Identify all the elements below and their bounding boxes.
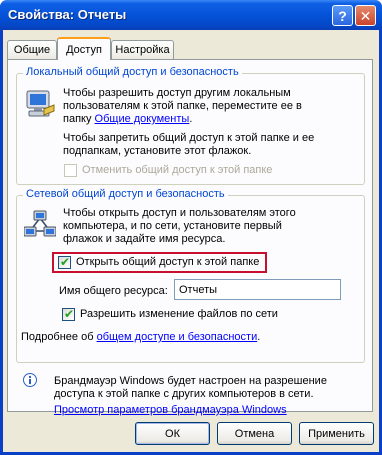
local-sharing-group: Локальный общий доступ и безопасность Чт… [16, 66, 365, 185]
network-icon [24, 210, 56, 237]
local-unshare-line-1: Чтобы запретить общий доступ к этой папк… [63, 132, 315, 144]
shared-documents-link[interactable]: Общие документы [95, 113, 190, 125]
apply-button[interactable]: Применить [299, 422, 374, 445]
help-icon: ? [338, 7, 347, 24]
local-unshare-line-2: подпапкам, установите этот флажок. [63, 145, 252, 157]
close-button[interactable]: ✕ [355, 5, 376, 26]
learn-more-suffix: . [257, 331, 261, 343]
local-info-prefix: папку [63, 113, 95, 125]
local-info-suffix: . [189, 113, 193, 125]
allow-change-checkbox[interactable]: ✔ [62, 307, 75, 321]
local-info-line-2: пользователям к этой папке, переместите … [63, 100, 302, 112]
properties-window: Свойства: Отчеты ? ✕ Общие Доступ Настро… [0, 0, 382, 455]
sharing-tab-panel: Локальный общий доступ и безопасность Чт… [7, 59, 373, 416]
computer-icon [26, 90, 55, 117]
allow-change-checkmark-icon: ✔ [63, 307, 75, 321]
tab-sharing[interactable]: Доступ [57, 37, 111, 60]
share-checkmark-icon: ✔ [59, 255, 71, 269]
unshare-checkbox[interactable] [64, 164, 77, 177]
allow-change-checkbox-label: Разрешить изменение файлов по сети [80, 308, 278, 320]
share-folder-checkbox-label: Открыть общий доступ к этой папке [76, 256, 260, 268]
share-folder-checkbox[interactable]: ✔ [58, 255, 71, 269]
learn-more-prefix: Подробнее об [21, 331, 97, 343]
network-info-line-3: флажок и задайте имя ресурса. [63, 233, 226, 245]
share-name-label: Имя общего ресурса: [59, 285, 168, 297]
unshare-checkbox-label: Отменить общий доступ к этой папке [82, 164, 273, 176]
network-sharing-group: Сетевой общий доступ и безопасность Чтоб… [16, 188, 365, 363]
share-name-input[interactable] [174, 279, 341, 300]
dialog-body: Общие Доступ Настройка Локальный общий д… [3, 30, 379, 452]
firewall-settings-link[interactable]: Просмотр параметров брандмауэра Windows [54, 404, 287, 417]
firewall-info-line-2: доступа к этой папке с других компьютеро… [54, 388, 314, 400]
tab-general[interactable]: Общие [7, 40, 57, 59]
ok-button[interactable]: ОК [135, 422, 210, 445]
learn-more-line: Подробнее об общем доступе и безопасност… [21, 331, 260, 344]
local-sharing-legend: Локальный общий доступ и безопасность [23, 66, 242, 78]
info-icon [23, 373, 37, 387]
tab-customize[interactable]: Настройка [111, 40, 174, 59]
network-info-line-2: компьютера, и по сети, установите первый [63, 220, 282, 232]
network-info-line-1: Чтобы открыть доступ и пользователям это… [63, 207, 296, 219]
local-info-line-1: Чтобы разрешить доступ другим локальным [63, 87, 291, 99]
help-button[interactable]: ? [332, 5, 353, 26]
firewall-info-line-1: Брандмауэр Windows будет настроен на раз… [54, 375, 327, 387]
close-icon: ✕ [359, 7, 372, 24]
sharing-security-link[interactable]: общем доступе и безопасности [97, 331, 258, 343]
title-bar[interactable]: Свойства: Отчеты ? ✕ [0, 0, 382, 30]
network-sharing-legend: Сетевой общий доступ и безопасность [23, 188, 228, 200]
cancel-button[interactable]: Отмена [217, 422, 292, 445]
local-info-line-3: папку Общие документы. [63, 113, 192, 126]
window-title: Свойства: Отчеты [8, 7, 127, 22]
